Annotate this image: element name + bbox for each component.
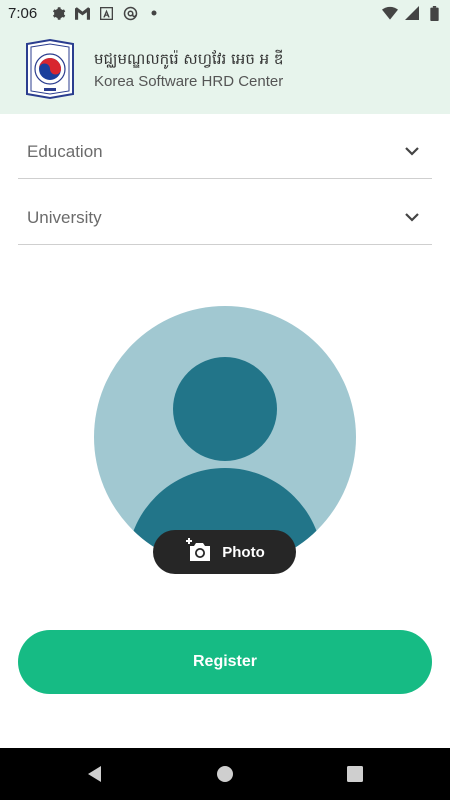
back-icon[interactable] [86,765,104,783]
photo-label: Photo [222,543,265,561]
at-sync-icon [122,5,138,21]
chevron-down-icon [404,209,420,225]
gear-icon [50,5,66,21]
education-label: Education [27,142,103,161]
korea-hrd-logo [24,38,76,100]
app-header: មជ្ឈមណ្ឌលកូរ៉េ សហ្វវែរ អេច អ ឌី Korea So… [0,28,450,114]
register-label: Register [192,653,258,670]
register-button[interactable]: Register [18,630,432,694]
profile-photo-placeholder[interactable] [94,306,356,568]
university-dropdown[interactable]: University [18,190,432,245]
university-label: University [27,208,102,227]
chevron-down-icon [404,143,420,159]
system-navigation-bar [0,748,450,800]
battery-icon [426,5,442,21]
signal-icon [404,5,420,21]
home-icon[interactable] [216,765,234,783]
education-dropdown[interactable]: Education [18,124,432,179]
status-time: 7:06 [8,5,38,22]
add-camera-icon [184,537,212,567]
avatar-head-shape [173,357,277,461]
system-icons [382,5,442,21]
header-title-english: Korea Software HRD Center [94,73,284,90]
recents-icon[interactable] [346,765,364,783]
header-title-khmer: មជ្ឈមណ្ឌលកូរ៉េ សហ្វវែរ អេច អ ឌី [94,50,284,68]
status-bar: 7:06 [0,0,450,28]
dot-icon [146,5,162,21]
add-photo-button[interactable]: Photo [153,530,296,574]
wifi-icon [382,5,398,21]
a-icon [98,5,114,21]
notification-icons [50,5,162,21]
gmail-icon [74,5,90,21]
